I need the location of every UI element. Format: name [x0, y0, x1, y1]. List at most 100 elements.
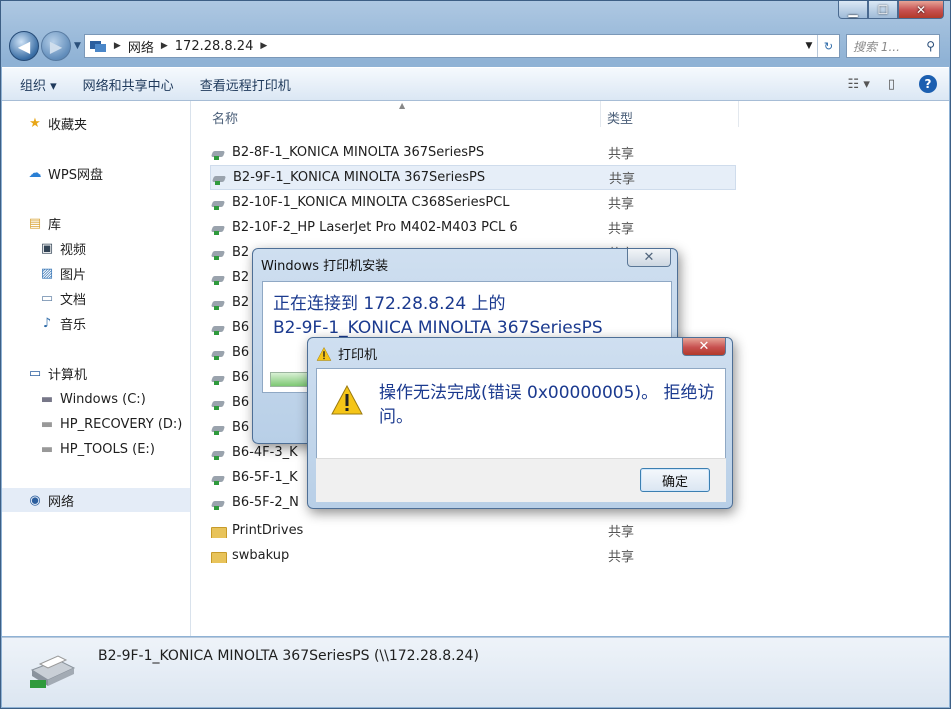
item-type: 共享 [608, 222, 635, 237]
printer-icon [210, 346, 226, 360]
drive-icon: ▬ [40, 391, 54, 407]
toolbar-right: ☷ ▾ ▯ ? [830, 75, 937, 93]
drive-icon: ▬ [40, 416, 54, 432]
dialog-title: 打印机 [338, 348, 378, 363]
minimize-button[interactable]: ▁ [838, 1, 868, 19]
nav-library[interactable]: ▤ 库 [26, 211, 61, 235]
video-icon: ▣ [40, 240, 54, 256]
nav-drive-c[interactable]: ▬ Windows (C:) [38, 387, 146, 411]
view-options-icon[interactable]: ☷ ▾ [848, 77, 870, 92]
nav-pictures[interactable]: ▨ 图片 [38, 261, 86, 285]
back-button[interactable]: ◀ [9, 31, 39, 61]
ok-button[interactable]: 确定 [640, 468, 710, 492]
breadcrumb-separator-icon: ▶ [160, 41, 168, 51]
item-name: B2 [232, 270, 250, 285]
warning-icon [331, 385, 363, 415]
nav-label: 视频 [60, 242, 87, 258]
printer-icon [210, 196, 226, 210]
item-name: PrintDrives [232, 523, 304, 538]
printer-icon [210, 421, 226, 435]
search-icon[interactable]: ⚲ [926, 39, 935, 53]
nav-videos[interactable]: ▣ 视频 [38, 236, 86, 260]
recent-pages-dropdown[interactable]: ▼ [74, 41, 81, 51]
address-dropdown-icon[interactable]: ▼ [801, 41, 817, 51]
dialog-title: Windows 打印机安装 [261, 259, 389, 274]
printer-row[interactable]: B2-9F-1_KONICA MINOLTA 367SeriesPS 共享 [210, 165, 736, 190]
folder-row[interactable]: swbakup 共享 [210, 543, 736, 568]
item-type: 共享 [609, 172, 636, 187]
nav-drive-d[interactable]: ▬ HP_RECOVERY (D:) [38, 412, 183, 436]
nav-label: Windows (C:) [60, 391, 146, 407]
search-placeholder: 搜索 1... [853, 39, 900, 54]
cloud-icon: ☁ [28, 165, 42, 181]
item-name: B6-5F-1_K [232, 470, 298, 485]
item-name: B2-10F-2_HP LaserJet Pro M402-M403 PCL 6 [232, 220, 518, 235]
search-input[interactable]: 搜索 1... ⚲ [846, 34, 940, 58]
details-pane: B2-9F-1_KONICA MINOLTA 367SeriesPS (\\17… [2, 637, 949, 707]
preview-pane-icon[interactable]: ▯ [888, 77, 895, 92]
folder-row[interactable]: PrintDrives 共享 [210, 518, 736, 543]
close-icon[interactable]: ✕ [682, 338, 726, 356]
item-type: 共享 [608, 525, 635, 540]
nav-computer[interactable]: ▭ 计算机 [26, 361, 87, 385]
close-button[interactable]: ✕ [898, 1, 944, 19]
item-name-cell: PrintDrives [210, 523, 605, 538]
printer-row[interactable]: B2-10F-1_KONICA MINOLTA C368SeriesPCL 共享 [210, 190, 736, 215]
item-name: B6-4F-3_K [232, 445, 298, 460]
command-bar: 组织 ▾ 网络和共享中心 查看远程打印机 ☷ ▾ ▯ ? [2, 67, 949, 101]
error-message: 操作无法完成(错误 0x00000005)。 拒绝访问。 [379, 383, 715, 427]
item-name: B6-5F-2_N [232, 495, 299, 510]
nav-label: 文档 [60, 292, 87, 308]
nav-network[interactable]: ◉ 网络 [2, 488, 190, 512]
printer-row[interactable]: B2-8F-1_KONICA MINOLTA 367SeriesPS 共享 [210, 140, 736, 165]
view-printers-button[interactable]: 查看远程打印机 [192, 71, 299, 98]
column-header-name[interactable]: 名称 [212, 101, 238, 133]
selected-item-name: B2-9F-1_KONICA MINOLTA 367SeriesPS (\\17… [98, 648, 479, 664]
item-type: 共享 [608, 550, 635, 565]
close-icon[interactable]: ✕ [627, 249, 671, 267]
back-arrow-icon: ◀ [17, 36, 31, 56]
printer-icon [210, 446, 226, 460]
maximize-button[interactable]: ☐ [868, 1, 898, 19]
network-center-button[interactable]: 网络和共享中心 [75, 71, 182, 98]
nav-label: 库 [48, 217, 62, 233]
item-name-cell: B2-10F-1_KONICA MINOLTA C368SeriesPCL [210, 195, 605, 210]
item-name: B2-10F-1_KONICA MINOLTA C368SeriesPCL [232, 195, 510, 210]
column-divider[interactable] [600, 101, 601, 127]
connecting-message: 正在连接到 172.28.8.24 上的 B2-9F-1_KONICA MINO… [273, 292, 603, 340]
library-icon: ▤ [28, 215, 42, 231]
item-name: B6 [232, 420, 250, 435]
address-bar[interactable]: ▶ 网络 ▶ 172.28.8.24 ▶ ▼ ↻ [83, 34, 840, 58]
dialog-footer: 确定 [316, 458, 726, 502]
refresh-icon[interactable]: ↻ [817, 35, 839, 57]
nav-favorites[interactable]: ★ 收藏夹 [26, 111, 87, 135]
organize-button[interactable]: 组织 ▾ [12, 71, 65, 98]
nav-documents[interactable]: ▭ 文档 [38, 286, 86, 310]
address-row: ◀ ▶ ▼ ▶ 网络 ▶ 172.28.8.24 ▶ ▼ ↻ 搜索 1... ⚲ [9, 31, 940, 61]
item-type: 共享 [608, 147, 635, 162]
item-name: swbakup [232, 548, 290, 563]
nav-label: 音乐 [60, 317, 87, 333]
help-icon[interactable]: ? [919, 75, 937, 93]
column-divider[interactable] [738, 101, 739, 127]
nav-label: 网络 [48, 494, 75, 510]
column-header-type[interactable]: 类型 [607, 101, 633, 133]
breadcrumb-host[interactable]: 172.28.8.24 [175, 39, 254, 54]
connecting-line1: 正在连接到 172.28.8.24 上的 [273, 294, 506, 314]
nav-drive-e[interactable]: ▬ HP_TOOLS (E:) [38, 437, 155, 461]
item-name: B2 [232, 245, 250, 260]
nav-wps[interactable]: ☁ WPS网盘 [26, 161, 103, 185]
sort-ascending-icon: ▲ [399, 101, 406, 110]
printer-icon [211, 171, 227, 185]
window-caption-buttons: ▁ ☐ ✕ [838, 1, 944, 19]
warning-icon [316, 346, 332, 361]
forward-button[interactable]: ▶ [41, 31, 71, 61]
printer-icon [210, 321, 226, 335]
item-name: B6 [232, 370, 250, 385]
drive-icon: ▬ [40, 441, 54, 457]
dialog-body: 操作无法完成(错误 0x00000005)。 拒绝访问。 确定 [316, 368, 726, 502]
nav-music[interactable]: ♪ 音乐 [38, 311, 86, 335]
nav-label: WPS网盘 [48, 167, 103, 183]
breadcrumb-network[interactable]: 网络 [128, 37, 154, 56]
printer-row[interactable]: B2-10F-2_HP LaserJet Pro M402-M403 PCL 6… [210, 215, 736, 240]
